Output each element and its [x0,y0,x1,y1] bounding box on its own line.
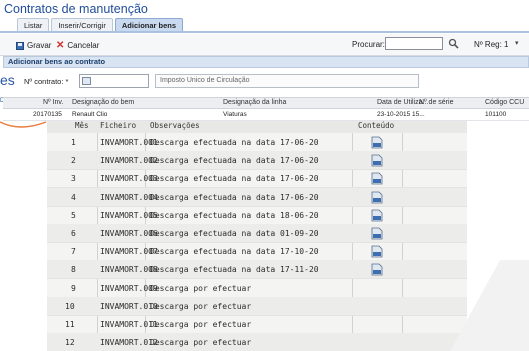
close-icon: ✕ [56,39,65,51]
section-header: Adicionar bens ao contrato [3,56,529,68]
cell-mes: 6 [71,229,76,238]
col-numero-serie[interactable]: Nº de série [419,99,453,106]
table-row[interactable]: 9 INVAMORT.009 Descarga por efectuar [47,279,467,298]
cancel-label: Cancelar [67,41,100,50]
document-icon[interactable] [371,136,383,149]
watermark-shape [450,260,529,351]
tab-inserir-corrigir[interactable]: Inserir/Corrigir [51,18,113,32]
contract-label: Nº contrato: * [24,77,69,86]
cell-observacoes: Descarga por efectuar [150,320,252,329]
cell-observacoes: Descarga efectuada na data 18-06-20 [150,210,319,220]
table-row[interactable]: 12 INVAMORT.012 Descarga por efectuar [47,333,467,351]
table-row[interactable]: 10 INVAMORT.010 Descarga por efectuar [47,296,467,316]
table-row[interactable]: 4 INVAMORT.004 Descarga efectuada na data … [47,187,467,207]
cell-mes: 1 [71,138,76,147]
cell-mes: 4 [71,192,76,202]
table-row[interactable]: 8 INVAMORT.008 Descarga efectuada na data … [47,260,467,280]
col-conteudo: Conteúdo [358,121,395,130]
document-icon[interactable] [371,191,383,204]
table-row[interactable]: 5 INVAMORT.005 Descarga efectuada na data … [47,206,467,225]
cell-designacao-bem: Renault Clio [72,111,108,118]
col-ficheiro: Ficheiro [100,121,137,130]
table-row[interactable]: 2 INVAMORT.002 Descarga efectuada na data … [47,151,467,171]
table-row[interactable]: 3 INVAMORT.003 Descarga efectuada na data … [47,169,467,189]
table-row[interactable]: 1 INVAMORT.001 Descarga efectuada na data … [47,133,467,152]
cell-mes: 2 [71,156,76,166]
cell-mes: 8 [71,265,76,275]
overlay-header: Mês Ficheiro Observações Conteúdo [47,121,467,133]
record-number: Nº Reg: 1 [474,40,509,49]
tab-listar[interactable]: Listar [17,18,50,32]
chevron-down-icon[interactable]: ▾ [515,39,519,47]
table-row[interactable]: 6 INVAMORT.006 Descarga efectuada na data … [47,224,467,243]
cell-mes: 3 [71,174,76,184]
col-codigo-ccu[interactable]: Código CCU [485,99,524,106]
cell-mes: 12 [65,338,75,348]
table-row[interactable]: 20170135 Renault Clio Viaturas 23-10-201… [3,110,529,121]
tab-divider [0,31,529,33]
save-label: Gravar [27,41,52,50]
cell-observacoes: Descarga efectuada na data 17-06-20 [150,138,319,147]
search-input[interactable] [385,37,443,50]
document-icon[interactable] [371,245,383,258]
tab-bar: Listar Inserir/Corrigir Adicionar bens [17,18,185,32]
document-icon[interactable] [371,227,383,240]
document-icon[interactable] [371,209,383,222]
cell-observacoes: Descarga efectuada na data 17-10-20 [150,247,319,257]
cell-data-utilizacao: 23-10-2015 15... [377,111,425,118]
grid-header: Nº Inv. Designação do bem Designação da … [3,97,529,109]
search-label: Procurar: [352,40,385,49]
col-inv[interactable]: Nº Inv. [43,99,63,106]
cell-mes: 5 [71,210,76,220]
contract-field[interactable] [79,74,149,88]
overlay-table: Mês Ficheiro Observações Conteúdo 1 INVAM… [47,121,467,351]
lookup-icon[interactable] [82,77,91,85]
search-icon[interactable] [448,38,459,49]
col-observacoes: Observações [150,121,200,130]
cell-observacoes: Descarga efectuada na data 17-06-20 [150,174,319,184]
col-mes: Mês [75,121,89,130]
cell-mes: 10 [65,301,75,311]
cell-observacoes: Descarga efectuada na data 17-06-20 [150,156,319,166]
table-row[interactable]: 11 INVAMORT.011 Descarga por efectuar [47,315,467,334]
contract-description: Imposto Unico de Circulação [155,74,419,88]
cell-observacoes: Descarga por efectuar [150,338,252,348]
tab-adicionar-bens[interactable]: Adicionar bens [114,18,184,32]
cell-mes: 9 [71,283,76,293]
col-designacao-linha[interactable]: Designação da linha [223,99,286,106]
cell-observacoes: Descarga efectuada na data 17-11-20 [150,265,319,275]
col-designacao-bem[interactable]: Designação do bem [72,99,134,106]
cell-observacoes: Descarga efectuada na data 01-09-20 [150,229,319,238]
side-heading: es [0,72,15,88]
document-icon[interactable] [371,263,383,276]
cell-codigo-ccu: 101100 [485,111,507,118]
cell-observacoes: Descarga por efectuar [150,283,252,293]
cell-mes: 7 [71,247,76,257]
cell-observacoes: Descarga por efectuar [150,301,252,311]
cell-observacoes: Descarga efectuada na data 17-06-20 [150,192,319,202]
table-row[interactable]: 7 INVAMORT.007 Descarga efectuada na data … [47,242,467,262]
page-title: Contratos de manutenção [4,2,148,16]
save-icon [16,41,24,50]
cell-mes: 11 [65,320,75,329]
cancel-button[interactable]: ✕ Cancelar [56,40,99,51]
document-icon[interactable] [371,172,383,185]
cell-designacao-linha: Viaturas [223,111,247,118]
save-button[interactable]: Gravar [16,40,51,51]
document-icon[interactable] [371,154,383,167]
